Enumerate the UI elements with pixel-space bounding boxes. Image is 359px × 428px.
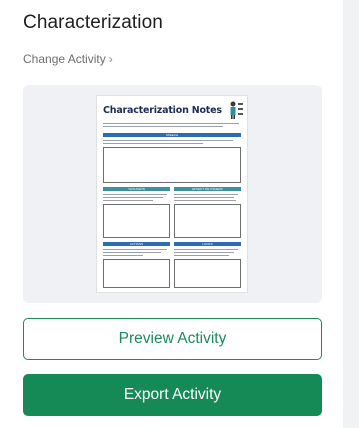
prompt-line [174, 249, 238, 250]
chevron-right-icon: › [108, 52, 113, 66]
actions-answer-box [103, 259, 170, 288]
worksheet-title: Characterization Notes [103, 105, 222, 116]
prompt-line [174, 252, 234, 253]
instruction-line [103, 123, 239, 124]
prompt-line [103, 143, 203, 144]
section-label-looks: LOOKS [202, 242, 213, 246]
section-label-thoughts: THOUGHTS [128, 187, 145, 191]
prompt-line [103, 194, 167, 195]
section-label-actions: ACTIONS [129, 242, 144, 246]
section-label-effect: EFFECT ON OTHERS [192, 187, 223, 191]
activity-title: Characterization [23, 12, 163, 33]
prompt-line [103, 197, 163, 198]
instruction-line [103, 126, 223, 127]
prompt-line [174, 255, 229, 256]
prompt-line [103, 249, 167, 250]
prompt-line [103, 252, 161, 253]
character-figure-icon [230, 101, 243, 119]
export-activity-button[interactable]: Export Activity [23, 374, 322, 416]
speech-answer-box [103, 147, 241, 183]
change-activity-label: Change Activity [23, 52, 106, 66]
effect-answer-box [174, 204, 241, 238]
section-label-speech: SPEECH [165, 133, 179, 137]
looks-answer-box [174, 259, 241, 288]
prompt-line [103, 255, 143, 256]
prompt-line [103, 200, 153, 201]
thoughts-answer-box [103, 204, 170, 238]
scroll-gutter [343, 0, 359, 428]
prompt-line [174, 200, 236, 201]
activity-preview-card: Characterization Notes SPEECH THOUGHTS E… [23, 85, 322, 303]
change-activity-link[interactable]: Change Activity › [23, 52, 113, 66]
preview-activity-button[interactable]: Preview Activity [23, 318, 322, 360]
prompt-line [174, 194, 238, 195]
prompt-line [174, 197, 234, 198]
prompt-line [103, 140, 233, 141]
activity-panel: Characterization Change Activity › Chara… [0, 0, 343, 428]
worksheet-thumbnail: Characterization Notes SPEECH THOUGHTS E… [97, 96, 247, 292]
